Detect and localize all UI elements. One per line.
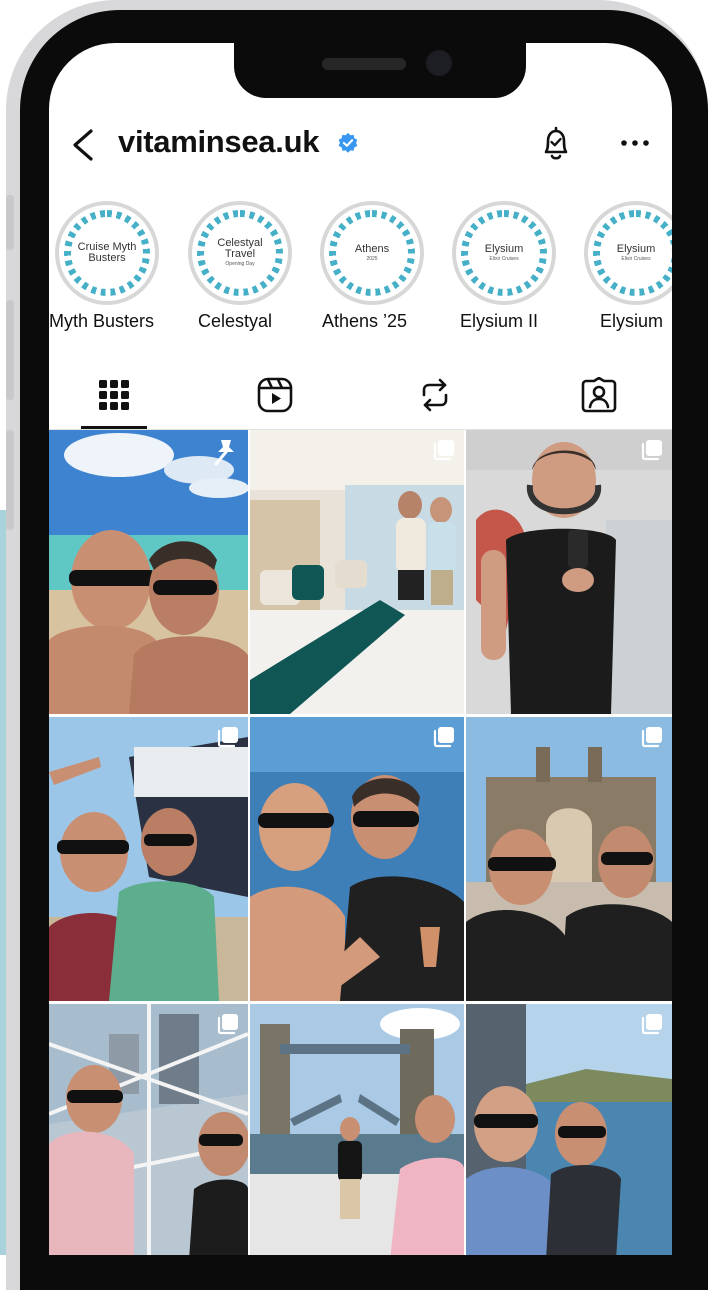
post-observation-dome[interactable] bbox=[49, 1004, 248, 1255]
back-chevron-icon[interactable] bbox=[67, 127, 101, 163]
profile-content-tabs bbox=[49, 365, 672, 431]
carousel-icon bbox=[641, 1014, 662, 1035]
instagram-profile-screen: vitaminsea.uk Cruise Myth Busters Myth B… bbox=[49, 43, 672, 1255]
profile-header: vitaminsea.uk bbox=[49, 121, 672, 171]
phone-notch bbox=[234, 40, 526, 98]
reels-icon bbox=[257, 377, 293, 413]
story-highlights-row: Cruise Myth Busters Myth Busters Celesty… bbox=[49, 201, 672, 341]
tagged-icon bbox=[581, 377, 617, 413]
speaker-grille bbox=[322, 58, 406, 70]
volume-down-button bbox=[6, 430, 14, 530]
highlight-label: Athens ’25 bbox=[322, 311, 408, 331]
highlight-cover-text: Elysium bbox=[616, 242, 656, 255]
highlight-cover-subtext: Elixir Cruises bbox=[489, 255, 519, 262]
highlight-cover-subtext: Opening Day bbox=[225, 261, 255, 267]
highlight-cover-text: Elysium bbox=[484, 242, 524, 255]
highlight-label: Myth Busters bbox=[49, 311, 155, 331]
tab-reposts[interactable] bbox=[415, 375, 455, 415]
highlight-cover-text: Athens bbox=[354, 242, 390, 255]
highlight-elysium[interactable]: Elysium Elixir Cruises bbox=[584, 201, 672, 305]
highlight-cover-text: Travel bbox=[224, 248, 256, 260]
carousel-icon bbox=[433, 727, 454, 748]
front-camera bbox=[426, 50, 452, 76]
post-cruise-cabin[interactable] bbox=[250, 430, 464, 714]
pin-icon bbox=[214, 440, 234, 466]
highlight-label: Elysium II bbox=[460, 311, 539, 331]
carousel-icon bbox=[433, 440, 454, 461]
highlight-label: Celestyal bbox=[198, 311, 273, 331]
carousel-icon bbox=[217, 727, 238, 748]
grid-icon bbox=[99, 380, 129, 410]
mute-switch bbox=[6, 195, 14, 250]
tab-tagged[interactable] bbox=[579, 375, 619, 415]
volume-up-button bbox=[6, 300, 14, 400]
post-gateway-of-india[interactable] bbox=[466, 717, 672, 1001]
highlight-celestyal[interactable]: Celestyal Travel Opening Day bbox=[188, 201, 292, 305]
carousel-icon bbox=[641, 727, 662, 748]
verified-badge-icon bbox=[338, 132, 358, 153]
post-mirror-selfie[interactable] bbox=[466, 430, 672, 714]
post-river-cruise[interactable] bbox=[466, 1004, 672, 1255]
highlight-athens-25[interactable]: Athens 2025 bbox=[320, 201, 424, 305]
carousel-icon bbox=[641, 440, 662, 461]
posts-grid bbox=[49, 430, 672, 1255]
post-deck-selfie[interactable] bbox=[250, 717, 464, 1001]
highlight-cover-subtext: 2025 bbox=[366, 255, 378, 262]
post-tower-bridge[interactable] bbox=[250, 1004, 464, 1255]
highlight-cover-subtext: Elixir Cruises bbox=[621, 255, 651, 262]
highlight-elysium-ii[interactable]: Elysium Elixir Cruises bbox=[452, 201, 556, 305]
highlight-myth-busters[interactable]: Cruise Myth Busters bbox=[55, 201, 159, 305]
tab-reels[interactable] bbox=[255, 375, 295, 415]
post-beach-selfie[interactable] bbox=[49, 430, 248, 714]
highlight-cover-text: Busters bbox=[88, 252, 126, 264]
tab-posts-grid[interactable] bbox=[94, 375, 134, 415]
more-options-icon[interactable] bbox=[617, 133, 653, 153]
notification-bell-icon[interactable] bbox=[538, 125, 574, 163]
carousel-icon bbox=[217, 1014, 238, 1035]
highlight-label: Elysium bbox=[600, 311, 664, 331]
post-cruise-ship-selfie[interactable] bbox=[49, 717, 248, 1001]
profile-username: vitaminsea.uk bbox=[118, 124, 320, 159]
carousel-icon bbox=[433, 1014, 454, 1035]
reposts-icon bbox=[422, 378, 448, 412]
